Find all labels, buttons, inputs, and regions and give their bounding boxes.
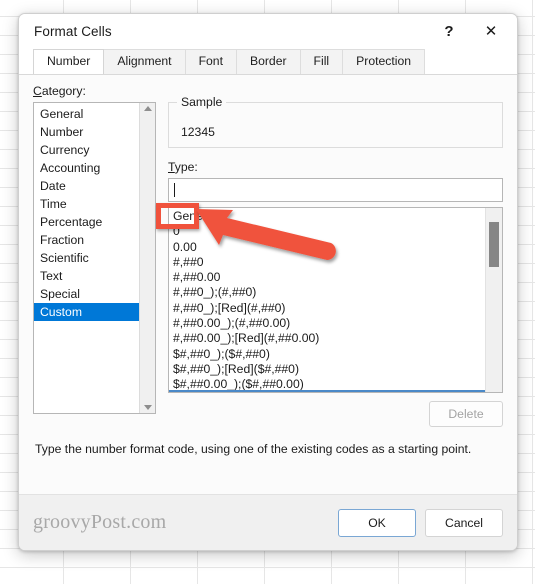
- category-scrollbar[interactable]: [139, 103, 155, 413]
- delete-button[interactable]: Delete: [429, 401, 503, 427]
- format-cells-dialog: Format Cells ? ✕ Number Alignment Font B…: [18, 13, 518, 551]
- tab-border[interactable]: Border: [235, 49, 301, 74]
- delete-row: Delete: [168, 401, 503, 427]
- list-item-selected[interactable]: Custom: [34, 303, 139, 321]
- list-item[interactable]: #,##0.00_);(#,##0.00): [173, 316, 485, 331]
- help-icon[interactable]: ?: [428, 14, 470, 48]
- list-item[interactable]: #,##0.00_);[Red](#,##0.00): [173, 331, 485, 346]
- list-item[interactable]: #,##0_);(#,##0): [173, 285, 485, 300]
- hint-text: Type the number format code, using one o…: [35, 442, 472, 456]
- titlebar-buttons: ? ✕: [428, 14, 517, 48]
- tab-font[interactable]: Font: [184, 49, 237, 74]
- sample-label: Sample: [177, 95, 227, 109]
- type-scrollbar[interactable]: [485, 208, 502, 392]
- list-item[interactable]: Fraction: [34, 231, 139, 249]
- list-item[interactable]: Special: [34, 285, 139, 303]
- category-listbox[interactable]: General Number Currency Accounting Date …: [33, 102, 156, 414]
- cancel-button[interactable]: Cancel: [425, 508, 503, 537]
- dialog-titlebar: Format Cells ? ✕: [19, 14, 517, 48]
- tab-strip: Number Alignment Font Border Fill Protec…: [19, 48, 517, 74]
- list-item[interactable]: $#,##0_);($#,##0): [173, 347, 485, 362]
- list-item[interactable]: #,##0: [173, 255, 485, 270]
- type-input[interactable]: [168, 178, 503, 202]
- list-item[interactable]: Percentage: [34, 213, 139, 231]
- type-listbox[interactable]: General 0 0.00 #,##0 #,##0.00 #,##0_);(#…: [168, 207, 503, 393]
- sample-group: Sample 12345: [168, 95, 503, 148]
- tab-protection[interactable]: Protection: [342, 49, 425, 74]
- text-caret: [174, 183, 175, 197]
- list-item[interactable]: #,##0.00: [173, 270, 485, 285]
- scrollbar-thumb[interactable]: [489, 222, 499, 267]
- list-item[interactable]: Currency: [34, 141, 139, 159]
- tab-alignment[interactable]: Alignment: [103, 49, 186, 74]
- list-item[interactable]: $#,##0_);[Red]($#,##0): [173, 362, 485, 377]
- right-column: Sample 12345 Type: General 0 0.00 #,##0 …: [168, 95, 503, 427]
- list-item[interactable]: 0: [173, 224, 485, 239]
- list-item[interactable]: General: [173, 209, 485, 224]
- sample-value: 12345: [181, 125, 215, 139]
- tab-number[interactable]: Number: [33, 49, 105, 74]
- category-label: Category:: [33, 84, 86, 98]
- type-label: Type:: [168, 160, 198, 174]
- footer-buttons: OK Cancel: [338, 508, 503, 537]
- panel-columns: General Number Currency Accounting Date …: [33, 95, 503, 427]
- close-icon[interactable]: ✕: [470, 14, 512, 48]
- list-focus-underline: [169, 390, 485, 392]
- number-tab-panel: Category: General Number Currency Accoun…: [19, 74, 517, 494]
- list-item[interactable]: 0.00: [173, 240, 485, 255]
- watermark: groovyPost.com: [33, 511, 167, 533]
- list-item[interactable]: Accounting: [34, 159, 139, 177]
- list-item[interactable]: Number: [34, 123, 139, 141]
- list-item[interactable]: Time: [34, 195, 139, 213]
- list-item[interactable]: Text: [34, 267, 139, 285]
- ok-button[interactable]: OK: [338, 508, 416, 537]
- type-list: General 0 0.00 #,##0 #,##0.00 #,##0_);(#…: [169, 208, 485, 392]
- list-item[interactable]: General: [34, 105, 139, 123]
- list-item[interactable]: Date: [34, 177, 139, 195]
- tab-fill[interactable]: Fill: [299, 49, 344, 74]
- list-item[interactable]: #,##0_);[Red](#,##0): [173, 301, 485, 316]
- scroll-down-icon[interactable]: [143, 405, 152, 410]
- category-list: General Number Currency Accounting Date …: [34, 103, 139, 413]
- scroll-up-icon[interactable]: [143, 106, 152, 111]
- list-item[interactable]: Scientific: [34, 249, 139, 267]
- dialog-footer: groovyPost.com OK Cancel: [19, 494, 517, 550]
- dialog-title: Format Cells: [34, 23, 112, 39]
